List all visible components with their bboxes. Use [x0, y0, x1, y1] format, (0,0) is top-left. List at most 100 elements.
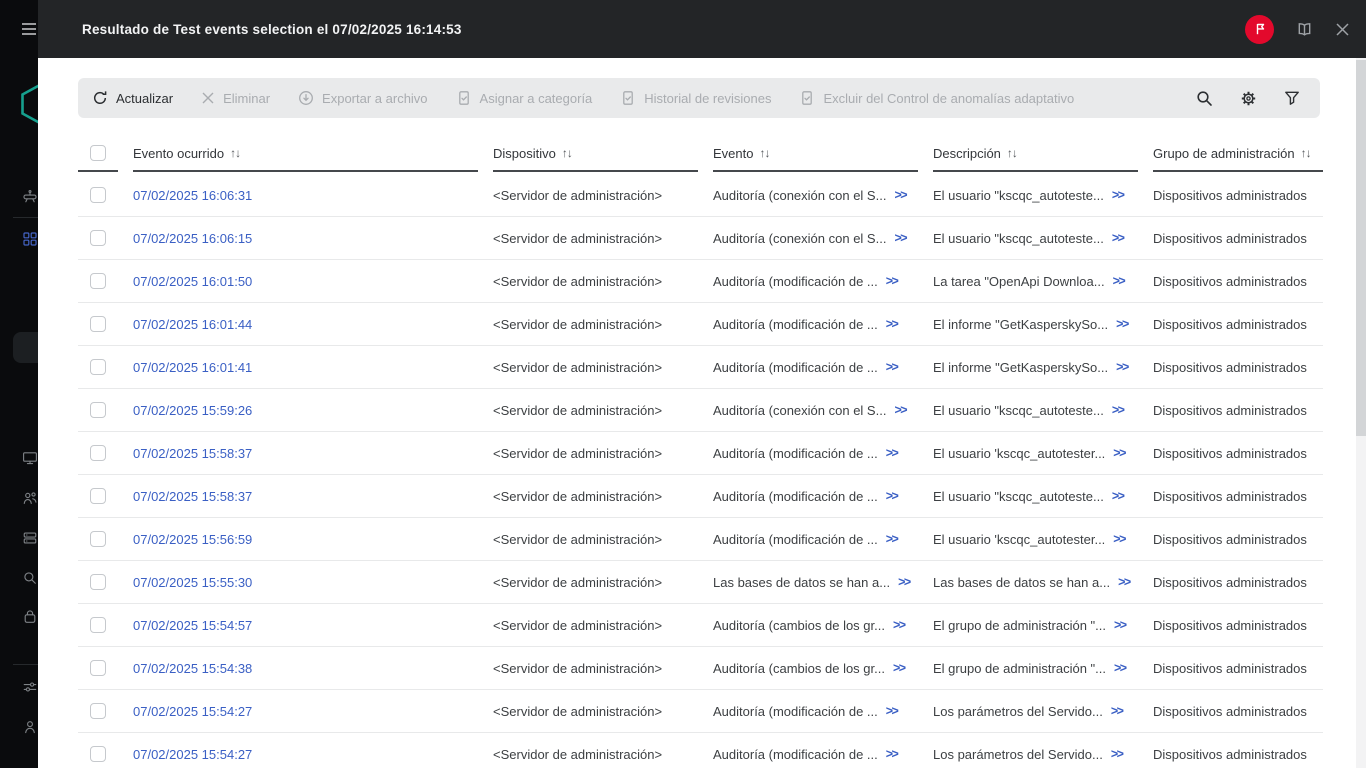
sort-icon[interactable]: ↑↓	[562, 146, 572, 160]
event-expand-link[interactable]: >>	[886, 532, 898, 546]
refresh-button[interactable]: Actualizar	[92, 90, 173, 106]
scrollbar-track[interactable]	[1356, 58, 1366, 768]
event-expand-link[interactable]: >>	[893, 618, 905, 632]
event-expand-link[interactable]: >>	[898, 575, 910, 589]
row-checkbox[interactable]	[78, 604, 118, 646]
event-time-link[interactable]: 07/02/2025 16:06:31	[133, 188, 478, 203]
event-text: Auditoría (conexión con el S...	[713, 231, 886, 246]
description-expand-link[interactable]: >>	[1112, 403, 1124, 417]
event-time-link[interactable]: 07/02/2025 15:56:59	[133, 532, 478, 547]
description-expand-link[interactable]: >>	[1111, 704, 1123, 718]
row-checkbox[interactable]	[78, 690, 118, 732]
sidebar-item-dashboard[interactable]	[22, 231, 38, 247]
event-expand-link[interactable]: >>	[894, 188, 906, 202]
description-expand-link[interactable]: >>	[1112, 489, 1124, 503]
description-expand-link[interactable]: >>	[1113, 274, 1125, 288]
sidebar-item-repositories[interactable]	[22, 530, 38, 546]
menu-icon[interactable]	[21, 22, 37, 36]
description-expand-link[interactable]: >>	[1118, 575, 1130, 589]
column-header-device[interactable]: Dispositivo↑↓	[493, 136, 698, 172]
event-expand-link[interactable]: >>	[894, 231, 906, 245]
device-cell: <Servidor de administración>	[493, 661, 698, 676]
description-expand-link[interactable]: >>	[1113, 446, 1125, 460]
flag-badge-button[interactable]	[1245, 15, 1274, 44]
event-time-link[interactable]: 07/02/2025 15:59:26	[133, 403, 478, 418]
columns-settings-button[interactable]	[1240, 90, 1257, 107]
description-expand-link[interactable]: >>	[1116, 360, 1128, 374]
sidebar-item-users[interactable]	[22, 490, 38, 506]
event-expand-link[interactable]: >>	[886, 360, 898, 374]
export-to-file-button[interactable]: Exportar a archivo	[298, 90, 428, 106]
event-time-link[interactable]: 07/02/2025 15:58:37	[133, 446, 478, 461]
row-checkbox[interactable]	[78, 561, 118, 603]
event-time-link[interactable]: 07/02/2025 16:06:15	[133, 231, 478, 246]
sidebar-item-account[interactable]	[22, 719, 38, 735]
sort-icon[interactable]: ↑↓	[1007, 146, 1017, 160]
checkbox-box	[90, 273, 106, 289]
event-time-link[interactable]: 07/02/2025 16:01:41	[133, 360, 478, 375]
select-all-checkbox[interactable]	[90, 145, 106, 161]
description-expand-link[interactable]: >>	[1114, 661, 1126, 675]
event-expand-link[interactable]: >>	[886, 317, 898, 331]
close-button[interactable]	[1335, 22, 1350, 37]
column-header-event-time[interactable]: Evento ocurrido↑↓	[133, 136, 478, 172]
event-expand-link[interactable]: >>	[894, 403, 906, 417]
sidebar-item-network-hub[interactable]	[22, 189, 38, 205]
event-time-link[interactable]: 07/02/2025 16:01:44	[133, 317, 478, 332]
description-expand-link[interactable]: >>	[1113, 532, 1125, 546]
event-time-link[interactable]: 07/02/2025 15:54:38	[133, 661, 478, 676]
event-expand-link[interactable]: >>	[886, 704, 898, 718]
description-expand-link[interactable]: >>	[1116, 317, 1128, 331]
description-expand-link[interactable]: >>	[1111, 747, 1123, 761]
sort-icon[interactable]: ↑↓	[1301, 146, 1311, 160]
row-checkbox[interactable]	[78, 432, 118, 474]
row-checkbox[interactable]	[78, 475, 118, 517]
select-all-header[interactable]	[78, 136, 118, 172]
close-icon	[1335, 22, 1350, 37]
event-time-link[interactable]: 07/02/2025 15:54:27	[133, 747, 478, 762]
help-book-button[interactable]	[1295, 21, 1314, 38]
sidebar-item-devices[interactable]	[22, 450, 38, 466]
row-checkbox[interactable]	[78, 346, 118, 388]
description-text: El usuario "kscqc_autoteste...	[933, 403, 1104, 418]
delete-button[interactable]: Eliminar	[201, 91, 270, 106]
table-row: 07/02/2025 15:58:37<Servidor de administ…	[78, 475, 1323, 518]
event-expand-link[interactable]: >>	[886, 274, 898, 288]
row-checkbox[interactable]	[78, 647, 118, 689]
description-expand-link[interactable]: >>	[1112, 231, 1124, 245]
sidebar-selected-item[interactable]	[13, 332, 38, 363]
column-header-admin-group[interactable]: Grupo de administración↑↓	[1153, 136, 1323, 172]
event-expand-link[interactable]: >>	[886, 489, 898, 503]
event-time-link[interactable]: 07/02/2025 15:58:37	[133, 489, 478, 504]
assign-category-button[interactable]: Asignar a categoría	[456, 90, 593, 106]
sort-icon[interactable]: ↑↓	[230, 146, 240, 160]
sort-icon[interactable]: ↑↓	[759, 146, 769, 160]
row-checkbox[interactable]	[78, 518, 118, 560]
row-checkbox[interactable]	[78, 174, 118, 216]
filter-button[interactable]	[1284, 90, 1300, 106]
row-checkbox[interactable]	[78, 303, 118, 345]
event-expand-link[interactable]: >>	[886, 747, 898, 761]
event-expand-link[interactable]: >>	[886, 446, 898, 460]
row-checkbox[interactable]	[78, 389, 118, 431]
event-time-link[interactable]: 07/02/2025 15:54:27	[133, 704, 478, 719]
sidebar-item-marketplace[interactable]	[22, 609, 38, 625]
event-time-link[interactable]: 07/02/2025 16:01:50	[133, 274, 478, 289]
event-time-link[interactable]: 07/02/2025 15:54:57	[133, 618, 478, 633]
event-expand-link[interactable]: >>	[893, 661, 905, 675]
scrollbar-thumb[interactable]	[1356, 60, 1366, 436]
row-checkbox[interactable]	[78, 260, 118, 302]
sidebar-item-settings[interactable]	[22, 679, 38, 695]
event-cell: Auditoría (modificación de ...>>	[713, 489, 918, 504]
search-button[interactable]	[1196, 90, 1213, 107]
row-checkbox[interactable]	[78, 733, 118, 768]
revision-history-button[interactable]: Historial de revisiones	[620, 90, 771, 106]
event-time-link[interactable]: 07/02/2025 15:55:30	[133, 575, 478, 590]
description-expand-link[interactable]: >>	[1114, 618, 1126, 632]
column-header-description[interactable]: Descripción↑↓	[933, 136, 1138, 172]
sidebar-item-search[interactable]	[22, 570, 38, 586]
exclude-adaptive-anomaly-button[interactable]: Excluir del Control de anomalías adaptat…	[799, 90, 1074, 106]
row-checkbox[interactable]	[78, 217, 118, 259]
column-header-event[interactable]: Evento↑↓	[713, 136, 918, 172]
description-expand-link[interactable]: >>	[1112, 188, 1124, 202]
